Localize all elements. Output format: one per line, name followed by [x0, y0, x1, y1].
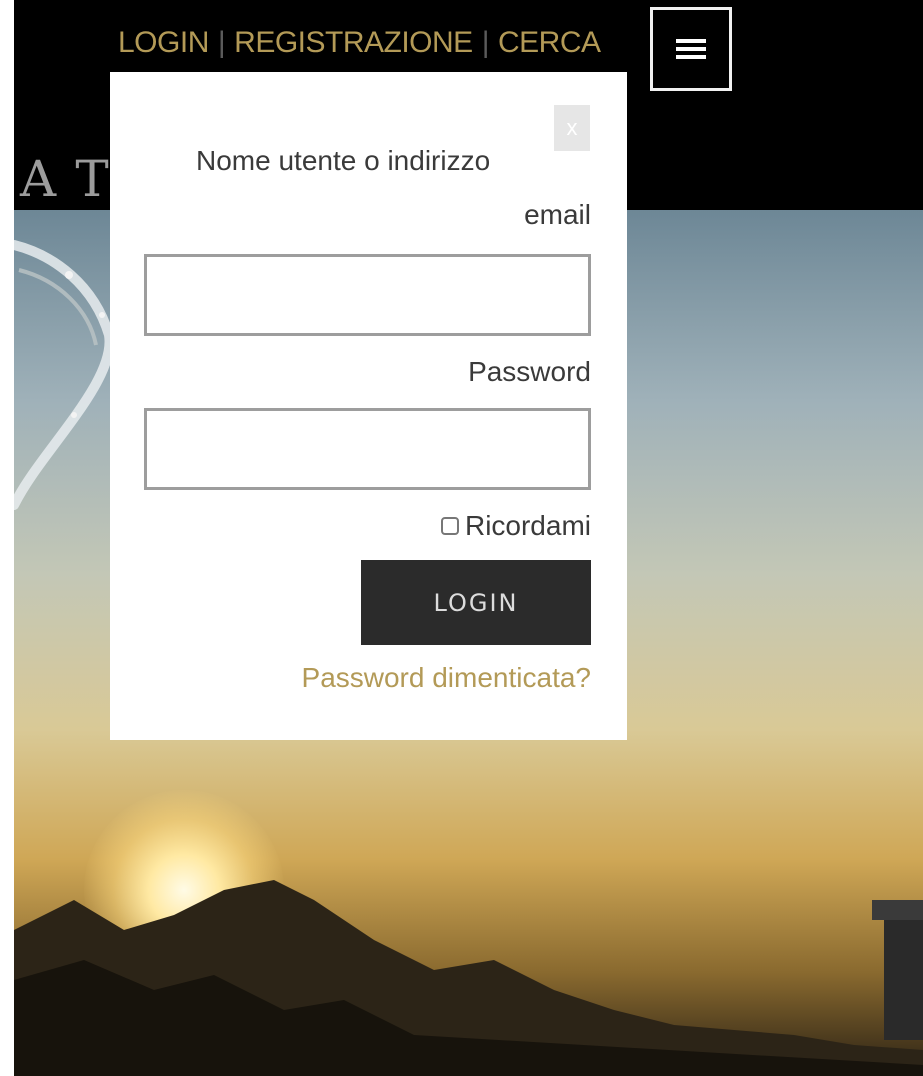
nav-search-link[interactable]: CERCA	[498, 26, 601, 60]
hamburger-menu-icon	[676, 39, 706, 59]
login-button[interactable]: LOGIN	[361, 560, 591, 645]
screen: AT LOGIN | REGISTRAZIONE | CERCA x Nome …	[14, 0, 923, 1076]
menu-button[interactable]	[650, 7, 732, 91]
username-label: Nome utente o indirizzo	[196, 145, 491, 176]
password-input[interactable]	[144, 408, 591, 490]
top-nav: LOGIN | REGISTRAZIONE | CERCA	[118, 26, 601, 60]
username-label-continued: email	[524, 199, 591, 230]
water-splash-decoration	[14, 240, 115, 510]
password-label: Password	[468, 356, 591, 387]
nav-login-link[interactable]: LOGIN	[118, 26, 209, 60]
close-button[interactable]: x	[554, 105, 590, 151]
nav-separator: |	[481, 26, 490, 59]
remember-me-checkbox[interactable]	[440, 517, 459, 535]
nav-register-link[interactable]: REGISTRAZIONE	[234, 26, 473, 60]
remember-me[interactable]: Ricordami	[440, 510, 591, 542]
remember-me-label: Ricordami	[464, 510, 591, 541]
forgot-password-link[interactable]: Password dimenticata?	[302, 662, 591, 694]
login-dialog: x Nome utente o indirizzo email Password…	[110, 72, 627, 740]
mountain-silhouette	[14, 880, 923, 1076]
username-input[interactable]	[144, 254, 591, 336]
nav-separator: |	[217, 26, 226, 59]
